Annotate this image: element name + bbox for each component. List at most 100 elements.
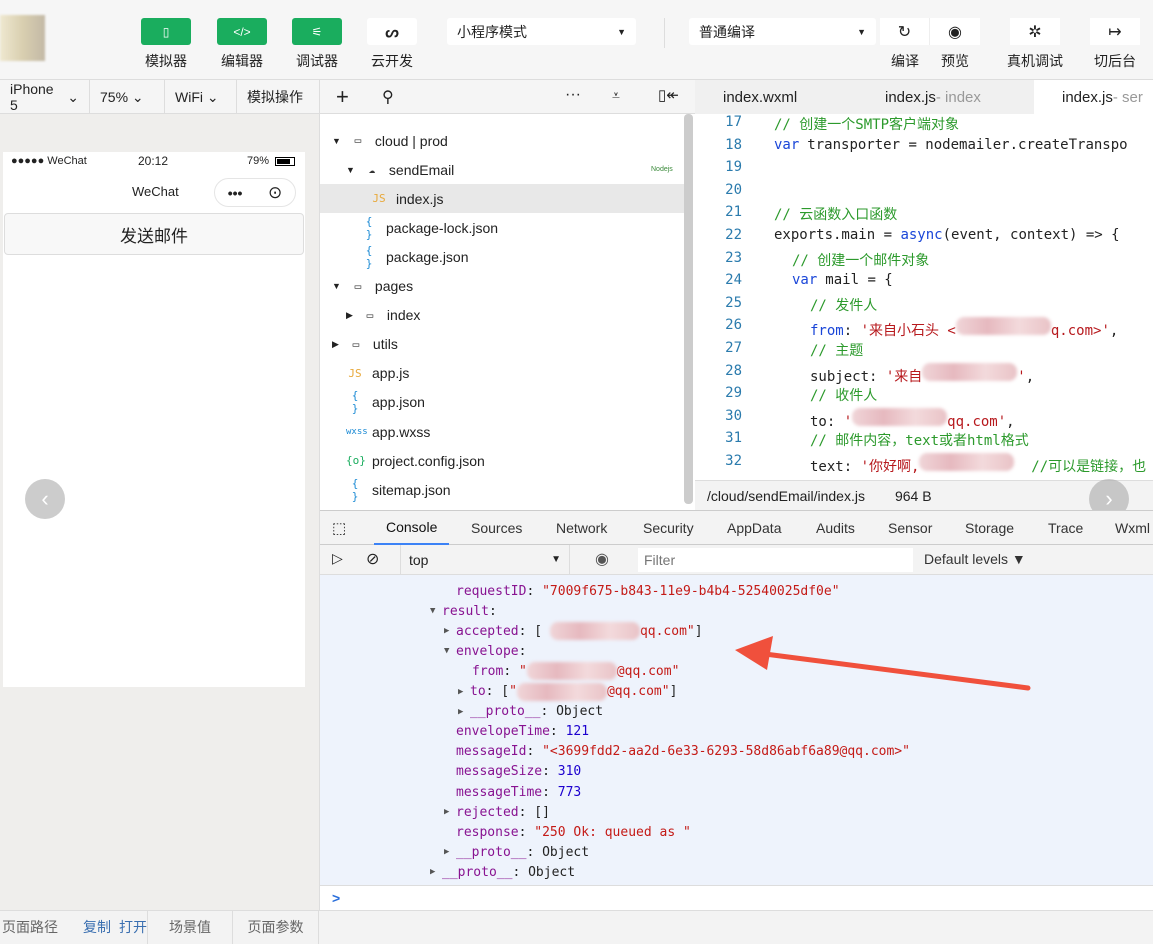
editor-tab[interactable]: index.js - ser <box>1034 80 1153 114</box>
console-row[interactable]: ▶ accepted: [ qq.com"] <box>444 621 703 641</box>
devtools-tab-sensor[interactable]: Sensor <box>876 511 944 545</box>
devtools-tab-trace[interactable]: Trace <box>1036 511 1095 545</box>
add-file-icon[interactable]: + <box>336 84 349 110</box>
editor-button[interactable]: </> <box>217 18 267 45</box>
collapse-icon[interactable]: ⩡ <box>612 87 620 104</box>
line-number: 21 <box>725 204 742 221</box>
devtools-tabs: ⬚ Console Sources Network Security AppData Au… <box>320 510 1153 545</box>
caret-right-icon[interactable]: ▶ <box>332 339 339 350</box>
devtools-tab-audits[interactable]: Audits <box>804 511 867 545</box>
close-target-icon[interactable]: ⊙ <box>268 183 282 203</box>
expand-down-icon[interactable]: ▼ <box>444 646 456 656</box>
console-prompt[interactable]: > <box>320 885 1153 910</box>
more-dots-icon[interactable]: ••• <box>228 185 243 201</box>
tree-item[interactable]: { } package-lock.json <box>360 213 498 242</box>
caret-right-icon[interactable]: ▶ <box>346 310 353 321</box>
tree-item[interactable]: ▶ ▭ utils <box>332 330 398 359</box>
expand-right-icon[interactable]: ▶ <box>458 687 470 697</box>
code-content: exports.main = async(event, context) => … <box>774 227 1120 249</box>
tree-item[interactable]: JS index.js <box>320 184 685 214</box>
avatar[interactable] <box>0 15 45 61</box>
open-link[interactable]: 打开 <box>119 910 147 944</box>
cloud-label: 云开发 <box>371 53 413 69</box>
sim-ops-select[interactable]: 模拟操作 <box>237 80 320 114</box>
remote-debug-button[interactable]: ✲ <box>1010 18 1060 45</box>
copy-link[interactable]: 复制 <box>83 910 111 944</box>
prev-arrow-icon[interactable]: ‹ <box>25 479 65 519</box>
nav-title: WeChat <box>132 184 179 199</box>
send-email-button[interactable]: 发送邮件 <box>4 213 304 255</box>
context-select[interactable]: top ▼ <box>400 545 570 574</box>
console-row[interactable]: ▶ to: [" @qq.com"] <box>458 682 677 702</box>
expand-down-icon[interactable]: ▼ <box>430 606 442 616</box>
scene-value[interactable]: 场景值 <box>147 910 233 944</box>
code-token: ' <box>843 413 853 430</box>
expand-right-icon[interactable]: ▶ <box>444 807 456 817</box>
capsule-menu[interactable]: ••• ⊙ <box>214 178 296 207</box>
console-token: : <box>526 583 543 599</box>
editor-tab[interactable]: index.js - index <box>857 80 1027 114</box>
inspect-icon[interactable]: ⬚ <box>332 519 346 537</box>
eye-icon[interactable]: ◉ <box>595 549 609 569</box>
caret-down-icon[interactable]: ▼ <box>332 136 341 146</box>
devtools-tab-sources[interactable]: Sources <box>459 511 534 545</box>
console-token: envelopeTime <box>456 724 550 740</box>
console-row[interactable]: ▶ rejected: [] <box>444 802 550 822</box>
expand-right-icon[interactable]: ▶ <box>458 707 470 717</box>
expand-right-icon[interactable]: ▶ <box>430 867 442 877</box>
console-row[interactable]: ▼ result: <box>430 601 497 621</box>
tree-item[interactable]: ▶ ▭ index <box>346 301 420 330</box>
devtools-tab-security[interactable]: Security <box>631 511 706 545</box>
search-icon[interactable]: ⚲ <box>382 87 394 107</box>
devtools-tab-console[interactable]: Console <box>374 511 450 545</box>
expand-right-icon[interactable]: ▶ <box>444 847 456 857</box>
console-token: " <box>509 684 517 699</box>
network-select[interactable]: WiFi ⌄ <box>165 80 237 114</box>
tree-item[interactable]: JS app.js <box>346 359 409 388</box>
tree-item[interactable]: ▼ ☁ sendEmail Nodejs <box>346 155 673 184</box>
tree-item[interactable]: { } sitemap.json <box>346 475 451 504</box>
tree-item[interactable]: ▼ ▭ cloud | prod <box>332 126 448 155</box>
code-line: 22 exports.main = async(event, context) =… <box>695 227 1120 249</box>
zoom-select[interactable]: 75% ⌄ <box>90 80 165 114</box>
caret-down-icon[interactable]: ▼ <box>346 165 355 175</box>
mode-select[interactable]: 小程序模式 ▼ <box>447 18 636 45</box>
tree-item[interactable]: wxss app.wxss <box>346 417 430 446</box>
devtools-tab-wxml[interactable]: Wxml <box>1103 511 1153 545</box>
device-select[interactable]: iPhone 5 ⌄ <box>0 80 90 114</box>
debugger-button[interactable]: ⚟ <box>292 18 342 45</box>
more-icon[interactable]: ··· <box>565 86 581 104</box>
tree-item[interactable]: { } app.json <box>346 388 425 417</box>
console-row[interactable]: ▶ __proto__: Object <box>444 842 589 862</box>
compile-button[interactable]: ↻ <box>880 18 930 45</box>
devtools-tab-network[interactable]: Network <box>544 511 619 545</box>
tree-scrollbar[interactable] <box>684 114 693 504</box>
redacted-blur <box>516 682 607 701</box>
sidebar-toggle-icon[interactable]: ▷ <box>332 550 343 567</box>
devtools-tab-appdata[interactable]: AppData <box>715 511 793 545</box>
console-filter-input[interactable] <box>638 548 913 572</box>
tree-item[interactable]: ▼ ▭ pages <box>332 272 413 301</box>
console-row[interactable]: ▶ __proto__: Object <box>458 702 603 722</box>
compile-select[interactable]: 普通编译 ▼ <box>689 18 876 45</box>
code-line: 28 subject: '来自 ', <box>695 362 1034 385</box>
preview-button[interactable]: ◉ <box>930 18 980 45</box>
log-levels-select[interactable]: Default levels ▼ <box>924 551 1026 567</box>
page-params[interactable]: 页面参数 <box>233 910 319 944</box>
console-row[interactable]: ▼ envelope: <box>444 641 526 661</box>
cloud-button[interactable]: ᔕ <box>367 18 417 45</box>
toggle-panel-icon[interactable]: ▯↞ <box>658 86 679 104</box>
tree-item[interactable]: { } package.json <box>360 242 469 271</box>
console-row[interactable]: ▶ __proto__: Object <box>430 862 575 882</box>
clear-console-icon[interactable]: ⊘ <box>366 549 379 569</box>
editor-tab[interactable]: index.wxml <box>695 80 865 114</box>
expand-right-icon[interactable]: ▶ <box>444 626 456 636</box>
caret-down-icon[interactable]: ▼ <box>332 281 341 291</box>
code-editor[interactable]: 17 // 创建一个SMTP客户端对象 18 var transporter = nod… <box>695 114 1153 480</box>
background-button[interactable]: ↦ <box>1090 18 1140 45</box>
console-token: rejected <box>456 804 519 820</box>
tree-item[interactable]: {o} project.config.json <box>346 446 485 475</box>
simulator-button[interactable]: ▯ <box>141 18 191 45</box>
devtools-tab-storage[interactable]: Storage <box>953 511 1026 545</box>
code-content: // 发件人 <box>810 295 877 317</box>
